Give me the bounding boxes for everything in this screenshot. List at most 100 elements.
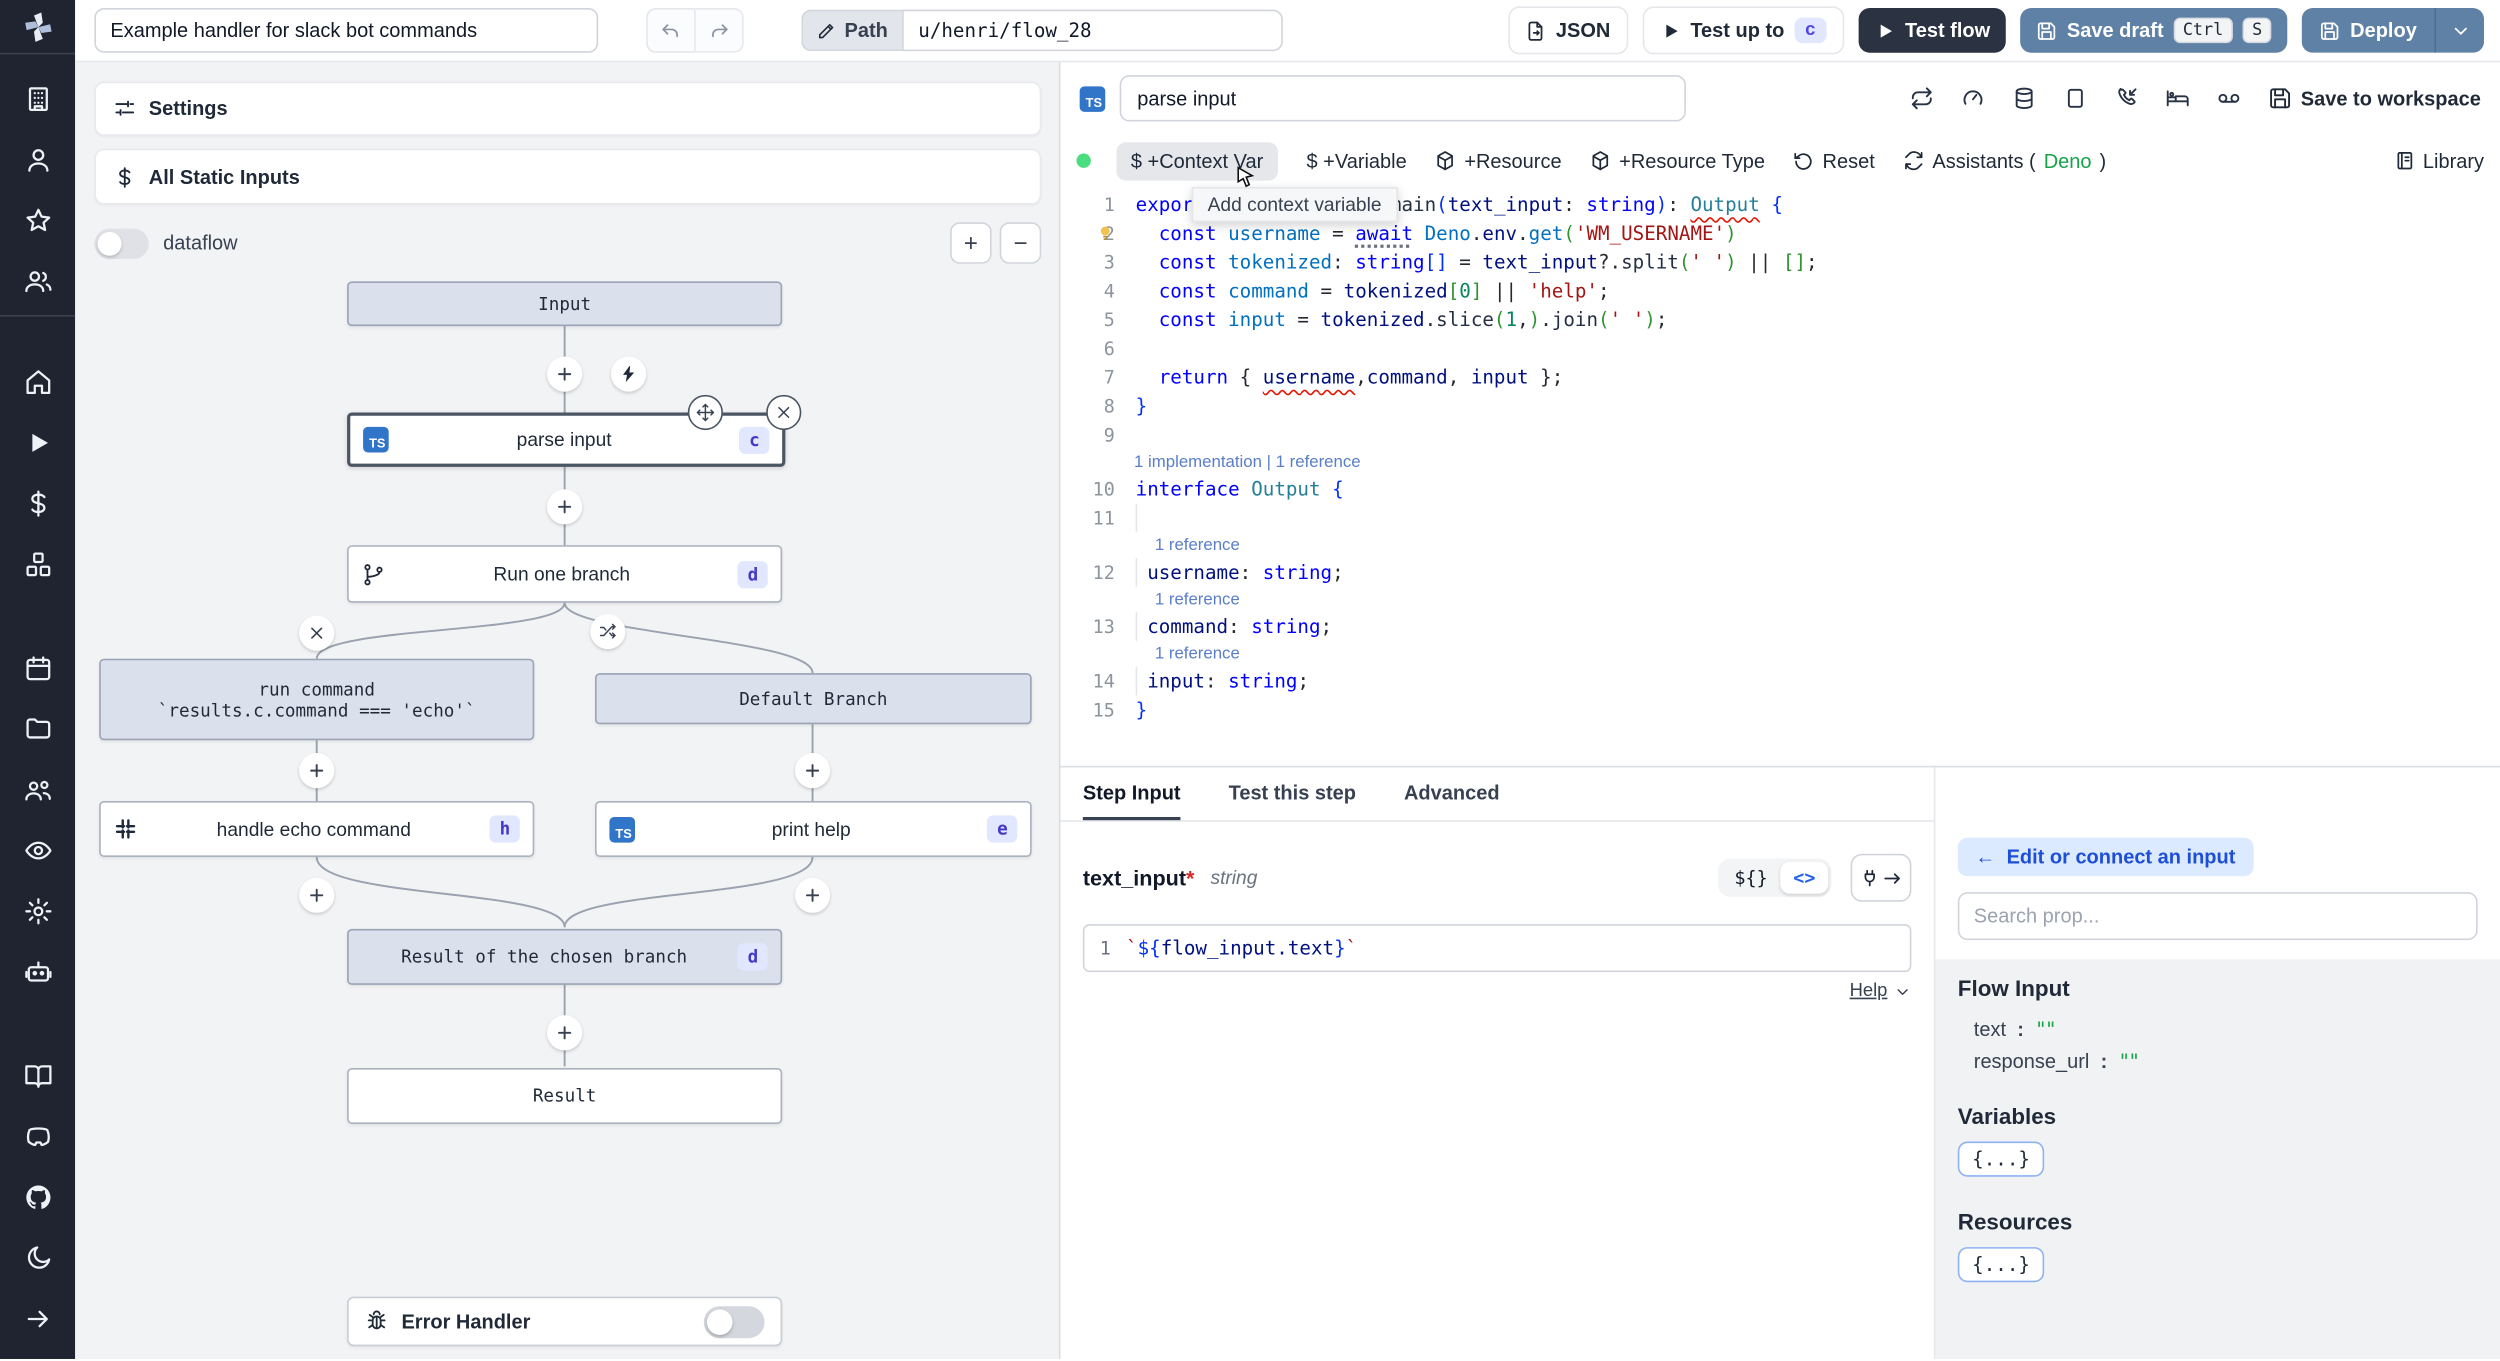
node-handle-echo-command[interactable]: handle echo command h: [99, 800, 535, 857]
node-print-help[interactable]: TS print help e: [595, 800, 1032, 857]
remove-branch-button[interactable]: [299, 615, 335, 651]
error-handler-toggle[interactable]: [703, 1305, 765, 1338]
lightbulb-icon[interactable]: [1096, 224, 1115, 243]
test-flow-button[interactable]: Test flow: [1858, 7, 2007, 53]
add-step-button-3[interactable]: [299, 753, 335, 789]
deploy-dropdown-button[interactable]: [2434, 7, 2485, 53]
code-line: 3 const tokenized: string[] = text_input…: [1103, 251, 1818, 274]
sidebar-item-ai[interactable]: [0, 942, 75, 1003]
sidebar-item-theme[interactable]: [0, 1228, 75, 1289]
codelens[interactable]: 1 reference: [1060, 587, 2500, 613]
sidebar-collapse-toggle[interactable]: [0, 1289, 75, 1350]
suspend-icon[interactable]: [2115, 86, 2139, 110]
sidebar-item-runs[interactable]: [0, 413, 75, 474]
node-result-chosen-branch[interactable]: Result of the chosen branch d: [347, 928, 783, 985]
sidebar-item-github[interactable]: [0, 1167, 75, 1228]
chevron-down-icon[interactable]: [1894, 982, 1912, 1000]
tab-step-input[interactable]: Step Input: [1082, 767, 1181, 821]
node-run-one-branch[interactable]: Run one branch d: [347, 545, 783, 603]
path-label[interactable]: Path: [801, 9, 903, 52]
sidebar-item-workspace[interactable]: [0, 69, 75, 130]
github-icon: [23, 1183, 52, 1212]
resources-object-chip[interactable]: {...}: [1957, 1247, 2045, 1283]
sidebar-divider: [0, 315, 76, 317]
sidebar-item-workers[interactable]: [0, 760, 75, 821]
kbd-ctrl: Ctrl: [2173, 17, 2233, 44]
variables-object-chip[interactable]: {...}: [1957, 1141, 2045, 1177]
sidebar-item-schedules[interactable]: [0, 638, 75, 699]
connect-input-button[interactable]: [1850, 853, 1912, 902]
sidebar-item-user[interactable]: [0, 130, 75, 191]
tab-advanced[interactable]: Advanced: [1404, 767, 1500, 820]
add-step-button-5[interactable]: [299, 877, 335, 913]
codelens[interactable]: 1 reference: [1060, 641, 2500, 667]
deploy-button[interactable]: Deploy: [2302, 7, 2435, 53]
concurrency-icon[interactable]: [2064, 86, 2088, 110]
node-result[interactable]: Result: [347, 1067, 783, 1124]
delete-step-button[interactable]: [766, 394, 802, 431]
node-input[interactable]: Input: [347, 281, 783, 327]
code-mode-button[interactable]: <>: [1780, 861, 1829, 894]
cache-icon[interactable]: [2013, 86, 2037, 110]
json-button[interactable]: JSON: [1507, 6, 1628, 55]
codelens[interactable]: 1 implementation | 1 reference: [1060, 449, 2500, 475]
test-up-to-button[interactable]: Test up to c: [1642, 6, 1845, 55]
undo-button[interactable]: [646, 7, 696, 53]
boxes-icon: [23, 550, 52, 579]
path-value-input[interactable]: u/henri/flow_28: [902, 9, 1283, 52]
save-to-workspace-button[interactable]: Save to workspace: [2269, 86, 2481, 110]
library-button[interactable]: Library: [2394, 149, 2484, 172]
swap-branch-button[interactable]: [590, 613, 626, 650]
sidebar-item-home[interactable]: [0, 352, 75, 413]
template-mode-button[interactable]: ${}: [1722, 862, 1781, 894]
sidebar-item-audit-logs[interactable]: [0, 820, 75, 881]
node-default-branch[interactable]: Default Branch: [595, 673, 1032, 725]
add-step-button-7[interactable]: [547, 1015, 583, 1051]
node-run-command-branch[interactable]: run command `results.c.command === 'echo…: [99, 658, 535, 741]
mock-icon[interactable]: [2218, 86, 2242, 110]
sidebar-item-groups[interactable]: [0, 251, 75, 312]
robot-icon: [23, 958, 52, 987]
assistants-button[interactable]: Assistants (Deno): [1904, 149, 2106, 172]
search-prop-input[interactable]: Search prop...: [1957, 892, 2478, 941]
star-icon: [23, 207, 52, 236]
code-editor[interactable]: 1export async function main(text_input: …: [1060, 190, 2500, 766]
add-variable-button[interactable]: $ +Variable: [1306, 149, 1406, 171]
sleep-icon[interactable]: [2166, 86, 2190, 110]
add-step-button-2[interactable]: [547, 489, 583, 525]
plus-icon: [803, 886, 822, 905]
trigger-button[interactable]: [611, 356, 647, 392]
retries-icon[interactable]: [1911, 86, 1935, 110]
sidebar-item-resources[interactable]: [0, 534, 75, 595]
context-var-tooltip: Add context variable: [1191, 187, 1398, 223]
move-step-button[interactable]: [687, 394, 723, 431]
codelens[interactable]: 1 reference: [1060, 532, 2500, 558]
expression-editor[interactable]: 1 `${flow_input.text}`: [1082, 924, 1912, 973]
prop-row-text[interactable]: text : "": [1958, 1014, 2478, 1046]
sidebar-item-discord[interactable]: [0, 1106, 75, 1167]
add-step-button-6[interactable]: [794, 877, 831, 913]
flow-title-input[interactable]: Example handler for slack bot commands: [94, 7, 599, 53]
sidebar-item-folders[interactable]: [0, 699, 75, 760]
reset-button[interactable]: Reset: [1794, 149, 1875, 172]
redo-button[interactable]: [695, 7, 744, 53]
windmill-logo[interactable]: [0, 0, 76, 55]
step-name-input[interactable]: parse input: [1119, 75, 1686, 122]
prop-row-response-url[interactable]: response_url : "": [1958, 1046, 2478, 1078]
sidebar-item-variables[interactable]: [0, 473, 75, 534]
early-stop-icon[interactable]: [1962, 86, 1986, 110]
sidebar-item-docs[interactable]: [0, 1046, 75, 1107]
sidebar-item-settings[interactable]: [0, 881, 75, 942]
sidebar-item-favorites[interactable]: [0, 191, 75, 252]
add-step-button-4[interactable]: [794, 753, 831, 789]
add-resource-button[interactable]: +Resource: [1436, 149, 1562, 172]
save-icon: [2269, 86, 2293, 110]
error-handler-bar[interactable]: Error Handler: [347, 1296, 783, 1347]
edit-or-connect-button[interactable]: ← Edit or connect an input: [1957, 837, 2253, 877]
gear-icon: [23, 897, 52, 926]
tab-test-this-step[interactable]: Test this step: [1229, 767, 1356, 820]
add-step-button-1[interactable]: [547, 356, 583, 392]
help-link[interactable]: Help: [1850, 982, 1888, 1001]
save-draft-button[interactable]: Save draft Ctrl S: [2020, 7, 2288, 53]
add-resource-type-button[interactable]: +Resource Type: [1590, 149, 1765, 172]
